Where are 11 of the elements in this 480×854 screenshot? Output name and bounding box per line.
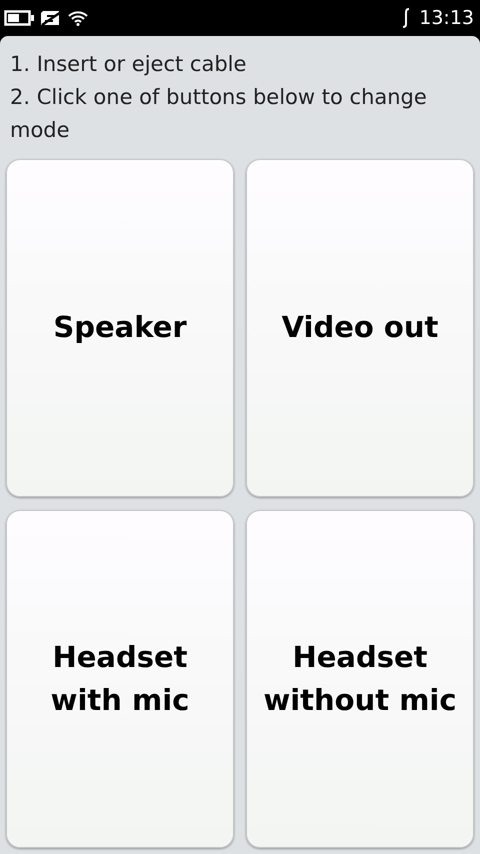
wifi-icon — [68, 10, 88, 26]
instruction-text: 2. Click one of buttons below to change mode — [10, 84, 428, 144]
instruction-text: 1. Insert or eject cable — [10, 51, 248, 78]
battery-icon — [4, 10, 34, 26]
mode-button[interactable]: Speaker — [6, 159, 234, 497]
mode-button[interactable]: Headset without mic — [246, 510, 474, 848]
music-note-icon — [401, 8, 412, 28]
no-sim-icon — [40, 10, 62, 26]
mode-button[interactable]: Headset with mic — [6, 510, 234, 848]
mode-button[interactable]: Video out — [246, 159, 474, 497]
clock: 13:13 — [419, 7, 474, 29]
